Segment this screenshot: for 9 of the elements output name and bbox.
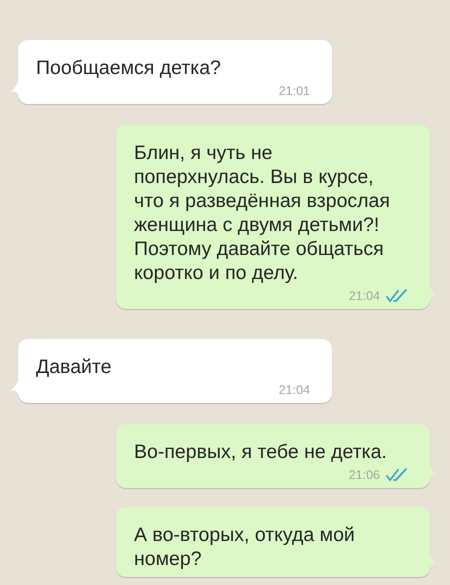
message-text: Пообщаемся детка? [36,56,222,80]
message-text: А во-вторых, откуда мой номер? [134,523,356,571]
message-time: 21:01 [278,84,310,98]
message-text: Давайте [36,355,112,379]
message-text: Блин, я чуть не поперхнулась. Вы в курсе, что я разведённая взрослая женщина с двумя детьми?! Поэтому давайте общаться коротко и по делу. [134,141,391,285]
message-time: 21:04 [278,383,310,397]
message-time: 21:04 [348,289,380,303]
message-text: Во-первых, я тебе не детка. [134,440,388,464]
message-time: 21:06 [348,468,380,482]
